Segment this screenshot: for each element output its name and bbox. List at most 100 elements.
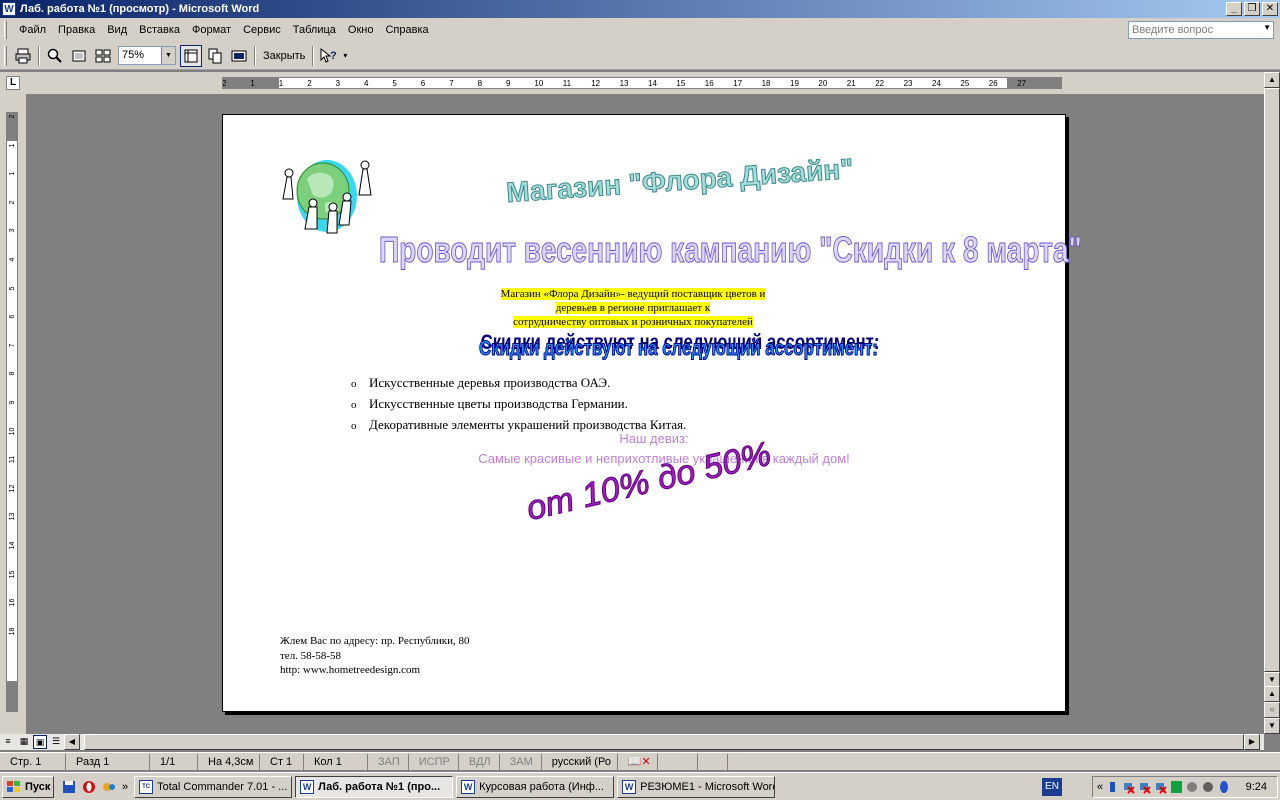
taskbar-item-resume[interactable]: W РЕЗЮМЕ1 - Microsoft Word <box>617 775 776 798</box>
word-app-icon[interactable]: W <box>2 2 16 16</box>
menu-insert[interactable]: Вставка <box>133 24 186 36</box>
windows-logo-icon <box>7 780 20 792</box>
scroll-right-arrow[interactable]: ▶ <box>1244 734 1260 750</box>
print-layout-button[interactable]: ▣ <box>33 735 47 749</box>
network-disconnected-tray-icon[interactable] <box>1122 780 1135 794</box>
status-trk[interactable]: ИСПР <box>409 753 459 770</box>
taskbar-item-coursework[interactable]: W Курсовая работа (Инф... <box>456 775 615 798</box>
magnifier-icon <box>47 48 62 63</box>
app-tray-icon[interactable] <box>1202 780 1215 794</box>
status-bar: Стр. 1 Разд 1 1/1 На 4,3см Ст 1 Кол 1 ЗА… <box>0 752 1280 770</box>
one-page-button[interactable] <box>68 45 90 67</box>
document-page[interactable]: Магазин "Флора Дизайн" Проводит весеннию… <box>222 114 1082 712</box>
previous-page-button[interactable]: ▲ <box>1264 686 1280 702</box>
web-view-button[interactable]: ▦ <box>17 735 31 749</box>
ruler-number: 26 <box>988 79 998 88</box>
intro-line: сотрудничеству оптовых и розничных покуп… <box>513 316 753 328</box>
total-commander-icon: TC <box>139 779 154 794</box>
ruler-number: 27 <box>1017 79 1027 88</box>
window-title-bar[interactable]: W Лаб. работа №1 (просмотр) - Microsoft … <box>0 0 1280 18</box>
status-rec[interactable]: ЗАП <box>368 753 409 770</box>
tray-expand-icon[interactable]: « <box>1097 781 1103 793</box>
status-pages[interactable]: 1/1 <box>150 753 198 770</box>
zoom-value: 75% <box>122 49 145 61</box>
view-ruler-icon <box>184 49 198 62</box>
ruler-number: 11 <box>562 79 572 88</box>
globe-people-clipart <box>282 160 372 234</box>
tab-stop-selector[interactable]: L <box>6 76 20 90</box>
print-button[interactable] <box>12 45 34 67</box>
magnifier-button[interactable] <box>44 45 66 67</box>
next-page-button[interactable]: ▼ <box>1264 718 1280 734</box>
menu-window[interactable]: Окно <box>342 24 380 36</box>
toolbar-grip[interactable] <box>4 45 7 66</box>
normal-view-button[interactable]: ≡ <box>1 735 15 749</box>
floppy-quicklaunch-icon[interactable] <box>60 778 78 796</box>
horizontal-ruler[interactable]: 2 1 1 2 3 4 5 6 7 8 9 10 11 12 13 14 15 16 17 18 19 20 21 22 23 2… <box>222 77 1062 89</box>
taskbar-item-lab-work[interactable]: W Лаб. работа №1 (про... <box>295 775 454 798</box>
usb-tray-icon[interactable] <box>1106 780 1119 794</box>
system-tray: « 9:24 <box>1092 776 1278 798</box>
start-button[interactable]: Пуск <box>2 775 54 798</box>
menu-tools[interactable]: Сервис <box>237 24 287 36</box>
menu-edit[interactable]: Правка <box>52 24 101 36</box>
status-section[interactable]: Разд 1 <box>66 753 150 770</box>
spelling-status-icon[interactable]: 📖✕ <box>618 753 658 770</box>
quicklaunch-more-icon[interactable]: » <box>122 781 128 793</box>
toolbar-options-arrow[interactable]: ▾ <box>343 51 347 60</box>
ask-question-input[interactable]: Введите вопрос ▼ <box>1128 21 1274 39</box>
volume-tray-icon[interactable] <box>1186 780 1199 794</box>
chevron-down-icon[interactable]: ▼ <box>1263 23 1271 32</box>
taskbar-item-total-commander[interactable]: TC Total Commander 7.01 - ... <box>134 775 293 798</box>
context-help-button[interactable]: ? <box>318 45 340 67</box>
menu-format[interactable]: Формат <box>186 24 237 36</box>
multiple-pages-button[interactable] <box>92 45 114 67</box>
maximize-button[interactable]: ❐ <box>1244 2 1260 16</box>
task-label: РЕЗЮМЕ1 - Microsoft Word <box>640 780 776 793</box>
outline-view-button[interactable]: ☰ <box>49 735 63 749</box>
menu-help[interactable]: Справка <box>379 24 434 36</box>
menu-table[interactable]: Таблица <box>287 24 342 36</box>
network-disconnected-tray-icon[interactable] <box>1138 780 1151 794</box>
status-page[interactable]: Стр. 1 <box>0 753 66 770</box>
discount-wordart: от 10% до 50% <box>523 434 776 529</box>
vertical-scrollbar[interactable]: ▲ ▼ ▲ ○ ▼ <box>1264 72 1280 734</box>
close-preview-button[interactable]: Закрыть <box>259 50 309 62</box>
ruler-number: 1 <box>9 143 16 148</box>
network-disconnected-tray-icon[interactable] <box>1154 780 1167 794</box>
app-quicklaunch-icon[interactable] <box>100 778 118 796</box>
bluetooth-tray-icon[interactable] <box>1218 780 1231 794</box>
ruler-number: 6 <box>9 314 16 319</box>
menu-grip[interactable] <box>4 21 7 39</box>
minimize-button[interactable]: _ <box>1226 2 1242 16</box>
scroll-up-arrow[interactable]: ▲ <box>1264 72 1280 88</box>
status-position[interactable]: На 4,3см <box>198 753 260 770</box>
menu-view[interactable]: Вид <box>101 24 133 36</box>
status-language[interactable]: русский (Ро <box>542 753 618 770</box>
horizontal-scroll-thumb[interactable] <box>84 734 1244 750</box>
ruler-number: 12 <box>9 484 16 493</box>
opera-quicklaunch-icon[interactable] <box>80 778 98 796</box>
vertical-scroll-thumb[interactable] <box>1264 88 1280 672</box>
right-margin-area <box>1007 78 1061 88</box>
status-line[interactable]: Ст 1 <box>260 753 304 770</box>
browse-object-button[interactable]: ○ <box>1264 702 1280 718</box>
clock[interactable]: 9:24 <box>1246 781 1267 793</box>
horizontal-scrollbar[interactable]: ≡ ▦ ▣ ☰ ◀ ▶ <box>0 734 1264 750</box>
status-ext[interactable]: ВДЛ <box>459 753 500 770</box>
status-column[interactable]: Кол 1 <box>304 753 368 770</box>
full-screen-button[interactable] <box>228 45 250 67</box>
list-item: Искусственные деревья производства ОАЭ. <box>351 373 686 394</box>
language-indicator[interactable]: EN <box>1042 778 1062 796</box>
vertical-ruler[interactable]: 2 1 1 2 3 4 5 6 7 8 9 10 11 12 13 14 15 16 18 <box>6 112 18 712</box>
shrink-to-fit-button[interactable] <box>204 45 226 67</box>
view-ruler-button[interactable] <box>180 44 202 67</box>
scroll-left-arrow[interactable]: ◀ <box>64 734 80 750</box>
status-ovr[interactable]: ЗАМ <box>500 753 542 770</box>
ruler-number: 3 <box>9 228 16 233</box>
menu-file[interactable]: Файл <box>13 24 52 36</box>
chevron-down-icon[interactable]: ▼ <box>161 47 175 64</box>
antivirus-tray-icon[interactable] <box>1170 780 1183 794</box>
close-button[interactable]: ✕ <box>1262 2 1278 16</box>
zoom-select[interactable]: 75% ▼ <box>118 46 176 65</box>
